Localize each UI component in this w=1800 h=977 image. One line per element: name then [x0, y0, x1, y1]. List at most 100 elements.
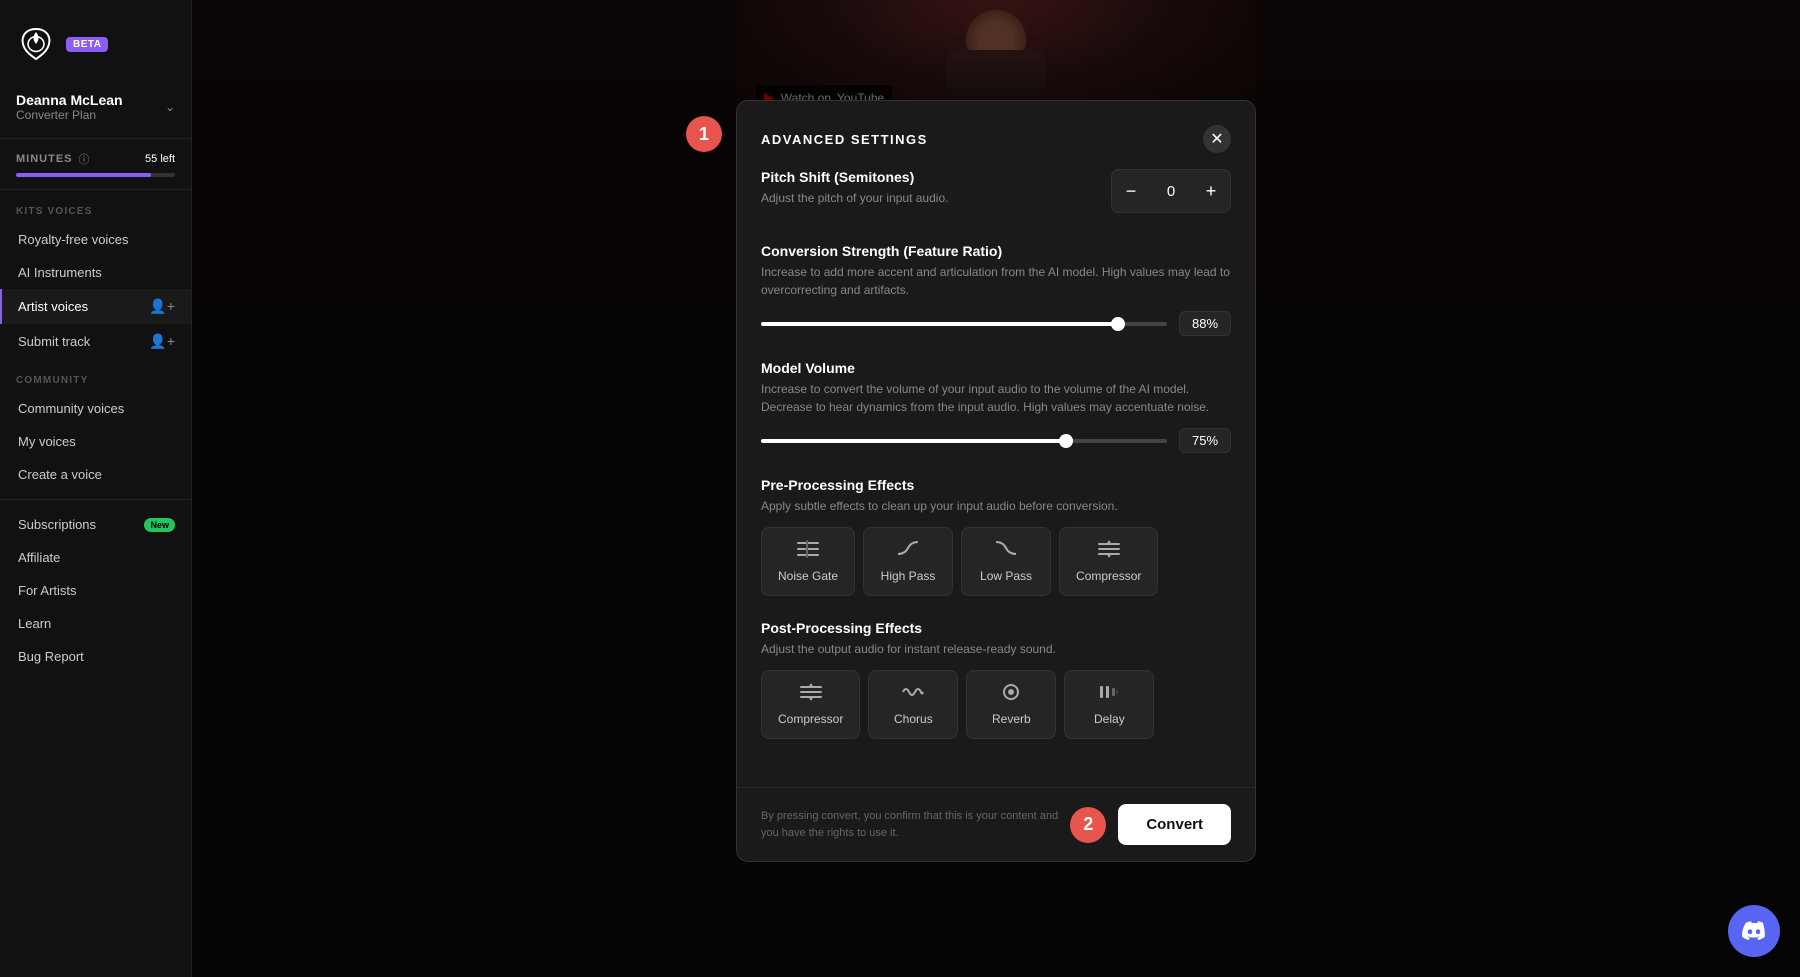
conversion-strength-value: 88% [1179, 311, 1231, 336]
conversion-strength-desc: Increase to add more accent and articula… [761, 263, 1231, 299]
conversion-strength-slider[interactable] [761, 314, 1167, 334]
pitch-increase-button[interactable]: + [1192, 170, 1230, 212]
model-volume-slider[interactable] [761, 431, 1167, 451]
submit-icon: 👤+ [149, 333, 175, 350]
delay-button[interactable]: Delay [1064, 670, 1154, 739]
compressor-post-button[interactable]: Compressor [761, 670, 860, 739]
minutes-progress-bar [16, 173, 175, 177]
compressor-post-label: Compressor [778, 712, 843, 726]
high-pass-label: High Pass [881, 569, 936, 583]
user-plan: Converter Plan [16, 108, 123, 122]
discord-icon [1741, 921, 1767, 941]
sidebar-item-label: Submit track [18, 334, 90, 349]
pitch-shift-control: − 0 + [1111, 169, 1231, 213]
advanced-settings-modal: ADVANCED SETTINGS ✕ − 0 + Pitch Shift (S… [736, 100, 1256, 862]
minutes-label: MINUTES [16, 153, 73, 165]
model-volume-section: Model Volume Increase to convert the vol… [761, 360, 1231, 453]
footer-disclaimer: By pressing convert, you confirm that th… [761, 808, 1061, 841]
user-section[interactable]: Deanna McLean Converter Plan ⌄ [0, 84, 191, 139]
post-processing-desc: Adjust the output audio for instant rele… [761, 640, 1231, 658]
sidebar-item-royalty-free[interactable]: Royalty-free voices [0, 223, 191, 256]
sidebar-item-label: AI Instruments [18, 265, 102, 280]
discord-button[interactable] [1728, 905, 1780, 957]
pitch-value: 0 [1150, 183, 1192, 200]
compressor-post-icon [800, 683, 822, 706]
slider-fill-volume [761, 439, 1066, 443]
sidebar-item-learn[interactable]: Learn [0, 607, 191, 640]
modal-title: ADVANCED SETTINGS [761, 132, 928, 147]
reverb-label: Reverb [992, 712, 1031, 726]
model-volume-slider-row: 75% [761, 428, 1231, 453]
sidebar-item-subscriptions[interactable]: Subscriptions New [0, 508, 191, 541]
chorus-button[interactable]: Chorus [868, 670, 958, 739]
modal-wrapper: 1 ADVANCED SETTINGS ✕ − 0 + [736, 100, 1256, 862]
reverb-icon [1000, 683, 1022, 706]
modal-body: − 0 + Pitch Shift (Semitones) Adjust the… [737, 169, 1255, 787]
main-content: ▶ Watch on YouTube 1 ADVANCED SETTINGS ✕… [192, 0, 1800, 977]
pitch-decrease-button[interactable]: − [1112, 170, 1150, 212]
chevron-down-icon[interactable]: ⌄ [165, 100, 175, 114]
compressor-pre-icon [1098, 540, 1120, 563]
delay-icon [1098, 683, 1120, 706]
low-pass-label: Low Pass [980, 569, 1032, 583]
compressor-pre-label: Compressor [1076, 569, 1141, 583]
sidebar-item-label: Learn [18, 616, 51, 631]
modal-header: ADVANCED SETTINGS ✕ [737, 101, 1255, 169]
footer-right: 2 Convert [1070, 804, 1231, 845]
sidebar-item-label: Artist voices [18, 299, 88, 314]
pre-processing-desc: Apply subtle effects to clean up your in… [761, 497, 1231, 515]
post-processing-section: Post-Processing Effects Adjust the outpu… [761, 620, 1231, 739]
sidebar-item-for-artists[interactable]: For Artists [0, 574, 191, 607]
sidebar-item-label: Bug Report [18, 649, 84, 664]
minutes-progress-fill [16, 173, 151, 177]
sidebar-item-label: My voices [18, 434, 76, 449]
community-section-label: COMMUNITY [0, 359, 191, 392]
post-processing-effects-grid: Compressor Chorus [761, 670, 1231, 739]
slider-track [761, 322, 1167, 326]
close-modal-button[interactable]: ✕ [1203, 125, 1231, 153]
sidebar: BETA Deanna McLean Converter Plan ⌄ MINU… [0, 0, 192, 977]
minutes-info-icon: ⓘ [79, 151, 90, 167]
modal-footer: By pressing convert, you confirm that th… [737, 787, 1255, 861]
sidebar-item-community-voices[interactable]: Community voices [0, 392, 191, 425]
model-volume-title: Model Volume [761, 360, 1231, 376]
beta-badge: BETA [66, 37, 108, 52]
pitch-shift-desc: Adjust the pitch of your input audio. [761, 189, 1111, 207]
sidebar-item-bug-report[interactable]: Bug Report [0, 640, 191, 673]
sidebar-item-submit-track[interactable]: Submit track 👤+ [0, 324, 191, 359]
reverb-button[interactable]: Reverb [966, 670, 1056, 739]
compressor-pre-button[interactable]: Compressor [1059, 527, 1158, 596]
sidebar-item-my-voices[interactable]: My voices [0, 425, 191, 458]
sidebar-divider [0, 499, 191, 500]
sidebar-item-ai-instruments[interactable]: AI Instruments [0, 256, 191, 289]
sidebar-item-label: Royalty-free voices [18, 232, 129, 247]
minutes-left: 55 left [145, 153, 175, 165]
slider-thumb[interactable] [1111, 317, 1125, 331]
add-user-icon: 👤+ [149, 298, 175, 315]
low-pass-button[interactable]: Low Pass [961, 527, 1051, 596]
chorus-icon [902, 683, 924, 706]
sidebar-item-artist-voices[interactable]: Artist voices 👤+ [0, 289, 191, 324]
kits-voices-section-label: KITS VOICES [0, 190, 191, 223]
step-1-badge: 1 [686, 116, 722, 152]
sidebar-item-label: For Artists [18, 583, 77, 598]
slider-thumb-volume[interactable] [1059, 434, 1073, 448]
pitch-shift-title: Pitch Shift (Semitones) [761, 169, 1111, 185]
delay-label: Delay [1094, 712, 1125, 726]
kits-logo-icon [16, 24, 56, 64]
noise-gate-button[interactable]: Noise Gate [761, 527, 855, 596]
pre-processing-section: Pre-Processing Effects Apply subtle effe… [761, 477, 1231, 596]
high-pass-button[interactable]: High Pass [863, 527, 953, 596]
model-volume-desc: Increase to convert the volume of your i… [761, 380, 1231, 416]
convert-button[interactable]: Convert [1118, 804, 1231, 845]
modal-overlay: 1 ADVANCED SETTINGS ✕ − 0 + [192, 0, 1800, 977]
noise-gate-icon [797, 540, 819, 563]
conversion-strength-title: Conversion Strength (Feature Ratio) [761, 243, 1231, 259]
user-name: Deanna McLean [16, 92, 123, 108]
noise-gate-label: Noise Gate [778, 569, 838, 583]
slider-track-volume [761, 439, 1167, 443]
sidebar-item-create-voice[interactable]: Create a voice [0, 458, 191, 491]
model-volume-value: 75% [1179, 428, 1231, 453]
high-pass-icon [897, 540, 919, 563]
sidebar-item-affiliate[interactable]: Affiliate [0, 541, 191, 574]
